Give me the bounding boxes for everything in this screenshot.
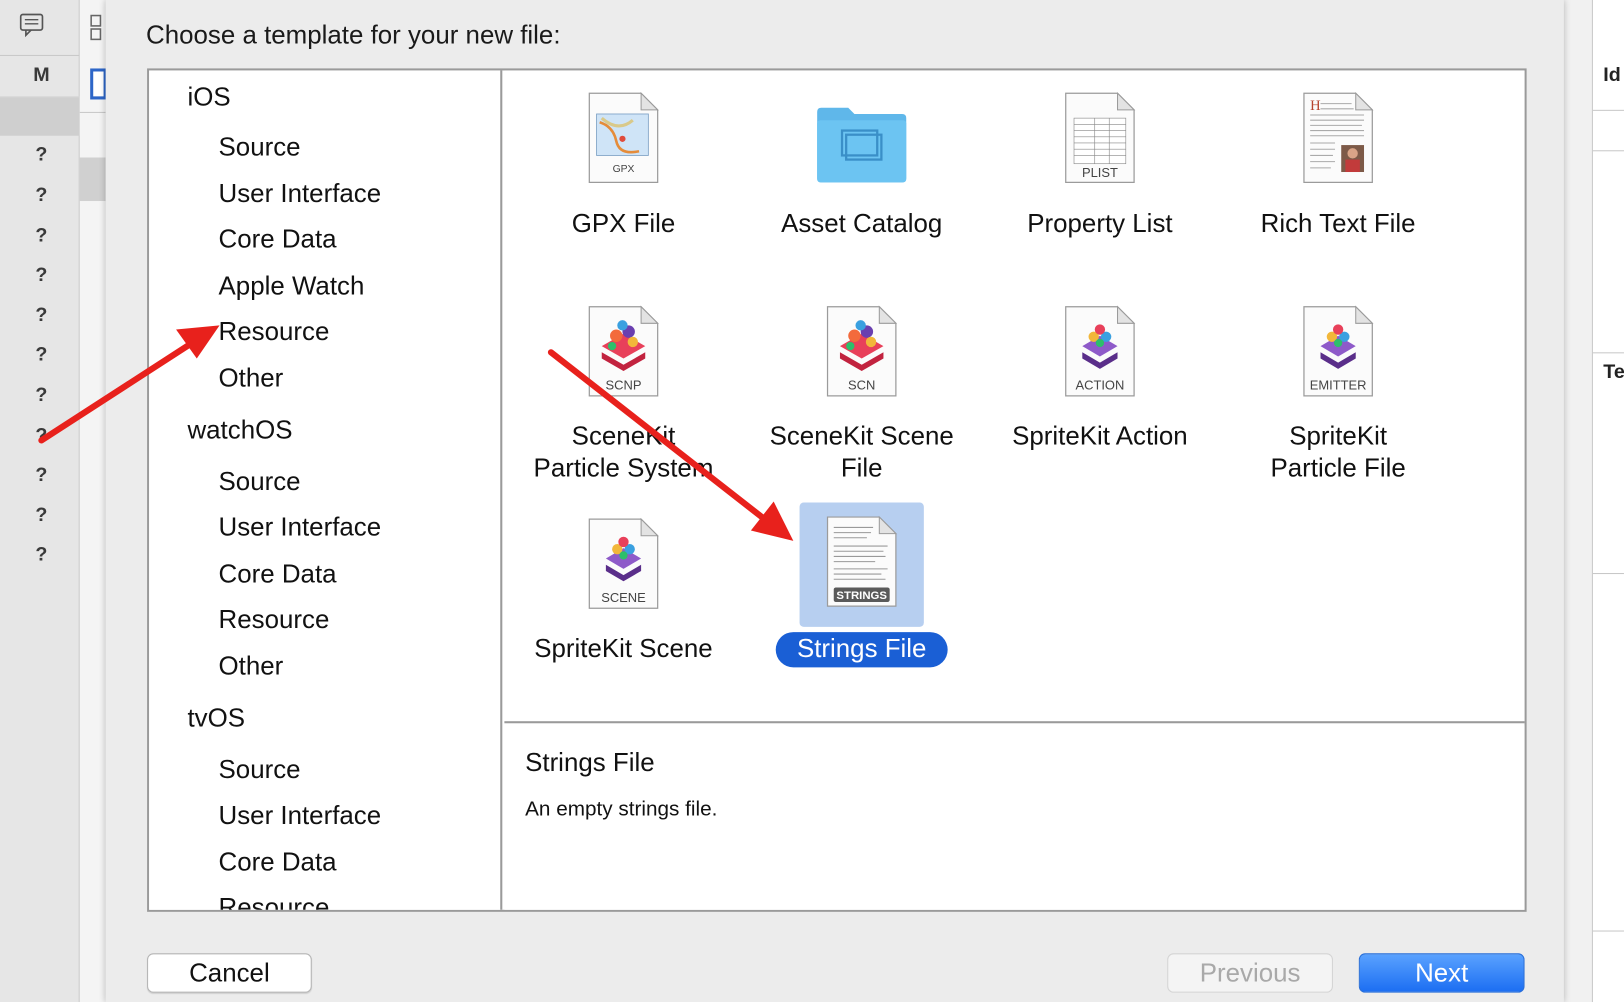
background-inspector: Id Te bbox=[1563, 0, 1624, 1002]
template-label: GPX File bbox=[571, 209, 676, 239]
emitter-tag: EMITTER bbox=[1310, 378, 1367, 393]
unknown-mark: ? bbox=[35, 224, 48, 247]
modified-mark: M bbox=[33, 64, 50, 87]
editor-selection bbox=[79, 157, 106, 202]
template-property-list[interactable]: PLIST Property List bbox=[981, 91, 1219, 257]
sidebar-item-watchos-user-interface[interactable]: User Interface bbox=[219, 513, 382, 543]
unknown-mark: ? bbox=[35, 544, 48, 566]
strings-file-icon: STRINGS bbox=[826, 515, 898, 607]
sheet-title: Choose a template for your new file: bbox=[146, 20, 561, 50]
scene-tag: SCENE bbox=[601, 590, 646, 605]
sidebar-item-ios-resource[interactable]: Resource bbox=[219, 317, 330, 347]
template-description: Strings File An empty strings file. bbox=[504, 725, 1525, 910]
template-spritekit-particle-file[interactable]: EMITTER SpriteKit Particle File bbox=[1219, 305, 1457, 492]
grid-icon[interactable] bbox=[90, 14, 107, 42]
template-label-selected: Strings File bbox=[743, 632, 981, 668]
sidebar-item-tvos-user-interface[interactable]: User Interface bbox=[219, 801, 382, 831]
scn-tag: SCN bbox=[848, 378, 875, 393]
new-file-sheet: Choose a template for your new file: iOS… bbox=[105, 0, 1564, 1002]
template-scenekit-scene-file[interactable]: SCN SceneKit Scene File bbox=[743, 305, 981, 492]
sidebar-item-tvos-source[interactable]: Source bbox=[219, 755, 301, 785]
template-rich-text-file[interactable]: H Rich Text File bbox=[1219, 91, 1457, 257]
unknown-mark: ? bbox=[35, 384, 48, 407]
sidebar-item-ios-apple-watch[interactable]: Apple Watch bbox=[219, 271, 365, 301]
template-label: SpriteKit Particle File bbox=[1270, 421, 1406, 483]
template-label: SpriteKit Action bbox=[1012, 421, 1188, 451]
template-strings-file[interactable]: STRINGS Strings File bbox=[743, 502, 981, 690]
action-tag: ACTION bbox=[1075, 378, 1124, 393]
xcode-window: M ? ? ? ? ? ? ? ? ? ? ? Id Te Choose a t… bbox=[0, 0, 1624, 1002]
sidebar-item-ios-source[interactable]: Source bbox=[219, 133, 301, 163]
spritekit-scene-icon: SCENE bbox=[588, 517, 659, 609]
scnp-tag: SCNP bbox=[606, 378, 642, 393]
section-watchos: watchOS bbox=[187, 415, 293, 445]
template-grid: GPX GPX File Asset Catalog PLIST Propert… bbox=[504, 70, 1525, 724]
section-ios: iOS bbox=[187, 82, 231, 112]
unknown-mark: ? bbox=[35, 424, 48, 447]
selected-row-band bbox=[0, 97, 80, 136]
spritekit-action-icon: ACTION bbox=[1065, 305, 1136, 397]
plist-tag: PLIST bbox=[1082, 165, 1118, 180]
description-text: An empty strings file. bbox=[525, 797, 718, 821]
template-label: Rich Text File bbox=[1260, 209, 1416, 239]
plist-file-icon: PLIST bbox=[1065, 92, 1136, 183]
gpx-tag: GPX bbox=[613, 164, 635, 175]
scenekit-scene-icon: SCN bbox=[826, 305, 898, 397]
template-chooser: iOS Source User Interface Core Data Appl… bbox=[147, 68, 1527, 912]
sidebar-item-watchos-source[interactable]: Source bbox=[219, 467, 301, 497]
sidebar-item-ios-other[interactable]: Other bbox=[219, 364, 284, 394]
next-button[interactable]: Next bbox=[1358, 953, 1525, 993]
unknown-mark: ? bbox=[35, 184, 48, 207]
source-control-row: M bbox=[0, 56, 80, 98]
inspector-label-text: Te bbox=[1603, 361, 1624, 384]
folder-icon bbox=[817, 107, 907, 183]
strings-tag: STRINGS bbox=[836, 590, 887, 602]
navigator-toolbar bbox=[0, 0, 80, 56]
sidebar-item-watchos-resource[interactable]: Resource bbox=[219, 605, 330, 635]
background-editor-strip bbox=[79, 0, 107, 1002]
unknown-mark: ? bbox=[35, 464, 48, 486]
template-label: SpriteKit Scene bbox=[534, 634, 713, 664]
sidebar-item-ios-user-interface[interactable]: User Interface bbox=[219, 179, 382, 209]
unknown-mark: ? bbox=[35, 304, 48, 327]
unknown-mark: ? bbox=[35, 504, 48, 527]
template-gpx-file[interactable]: GPX GPX File bbox=[504, 91, 742, 257]
unknown-mark: ? bbox=[35, 344, 48, 366]
sidebar-item-tvos-core-data[interactable]: Core Data bbox=[219, 848, 337, 878]
previous-button[interactable]: Previous bbox=[1167, 953, 1333, 993]
template-label: Asset Catalog bbox=[781, 209, 943, 239]
platform-sidebar[interactable]: iOS Source User Interface Core Data Appl… bbox=[149, 70, 503, 910]
background-navigator: M ? ? ? ? ? ? ? ? ? ? ? bbox=[0, 0, 80, 1002]
template-label: Property List bbox=[1027, 209, 1173, 239]
template-spritekit-action[interactable]: ACTION SpriteKit Action bbox=[981, 305, 1219, 492]
file-icon bbox=[90, 68, 107, 100]
rtf-file-icon: H bbox=[1303, 92, 1374, 183]
template-scenekit-particle-system[interactable]: SCNP SceneKit Particle System bbox=[504, 305, 742, 492]
sidebar-item-ios-core-data[interactable]: Core Data bbox=[219, 225, 337, 255]
scenekit-particle-icon: SCNP bbox=[588, 305, 659, 397]
svg-text:H: H bbox=[1310, 98, 1321, 114]
unknown-mark: ? bbox=[35, 264, 48, 286]
sidebar-item-watchos-other[interactable]: Other bbox=[219, 652, 284, 682]
inspector-label-identity: Id bbox=[1603, 64, 1621, 87]
comment-icon[interactable] bbox=[19, 12, 46, 38]
unknown-mark: ? bbox=[35, 144, 48, 166]
template-spritekit-scene[interactable]: SCENE SpriteKit Scene bbox=[504, 517, 742, 683]
section-tvos: tvOS bbox=[187, 703, 246, 733]
cancel-button[interactable]: Cancel bbox=[147, 953, 312, 993]
spritekit-emitter-icon: EMITTER bbox=[1303, 305, 1374, 397]
sidebar-item-watchos-core-data[interactable]: Core Data bbox=[219, 560, 337, 590]
template-label: SceneKit Particle System bbox=[533, 421, 714, 483]
description-title: Strings File bbox=[525, 748, 655, 778]
gpx-file-icon: GPX bbox=[588, 92, 659, 183]
template-label: SceneKit Scene File bbox=[769, 421, 954, 483]
sidebar-item-tvos-resource[interactable]: Resource bbox=[219, 893, 330, 910]
template-asset-catalog[interactable]: Asset Catalog bbox=[743, 91, 981, 257]
